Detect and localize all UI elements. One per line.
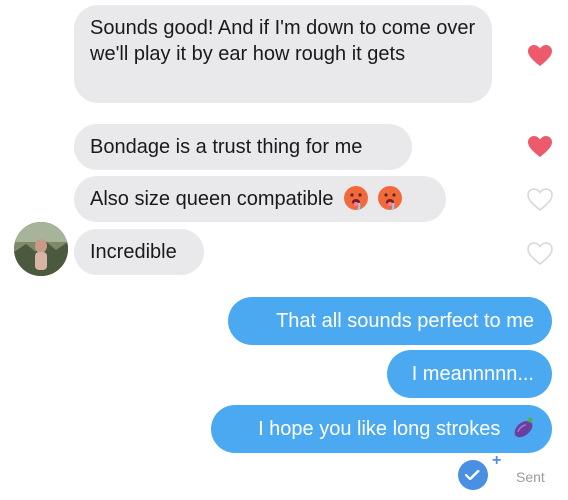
- heart-empty-icon[interactable]: [527, 188, 553, 212]
- heart-empty-icon[interactable]: [527, 242, 553, 266]
- message-text: I hope you like long strokes: [258, 418, 501, 440]
- drooling-face-emoji-icon: [377, 186, 402, 211]
- message-text: That all sounds perfect to me: [276, 310, 534, 332]
- message-text: Sounds good! And if I'm down to come ove…: [90, 17, 476, 65]
- outgoing-message[interactable]: I meannnnn...: [387, 350, 552, 398]
- incoming-message[interactable]: Also size queen compatible: [74, 176, 446, 222]
- heart-liked-icon[interactable]: [527, 135, 553, 159]
- heart-liked-icon[interactable]: [527, 44, 553, 68]
- incoming-message[interactable]: Sounds good! And if I'm down to come ove…: [74, 5, 492, 103]
- message-text: I meannnnn...: [411, 363, 534, 385]
- incoming-message[interactable]: Bondage is a trust thing for me: [74, 124, 412, 170]
- drooling-face-emoji-icon: [344, 186, 369, 211]
- avatar-photo: [14, 222, 68, 276]
- message-text: Also size queen compatible: [90, 188, 334, 210]
- plus-icon[interactable]: +: [492, 452, 501, 470]
- message-text: Incredible: [90, 241, 177, 263]
- outgoing-message[interactable]: I hope you like long strokes: [211, 405, 552, 453]
- incoming-message[interactable]: Incredible: [74, 229, 204, 275]
- avatar[interactable]: [14, 222, 68, 276]
- sent-status-label: Sent: [516, 469, 545, 485]
- read-receipt-icon: [458, 460, 488, 490]
- eggplant-emoji-icon: [514, 417, 533, 438]
- outgoing-message[interactable]: That all sounds perfect to me: [228, 297, 552, 345]
- message-text: Bondage is a trust thing for me: [90, 136, 363, 158]
